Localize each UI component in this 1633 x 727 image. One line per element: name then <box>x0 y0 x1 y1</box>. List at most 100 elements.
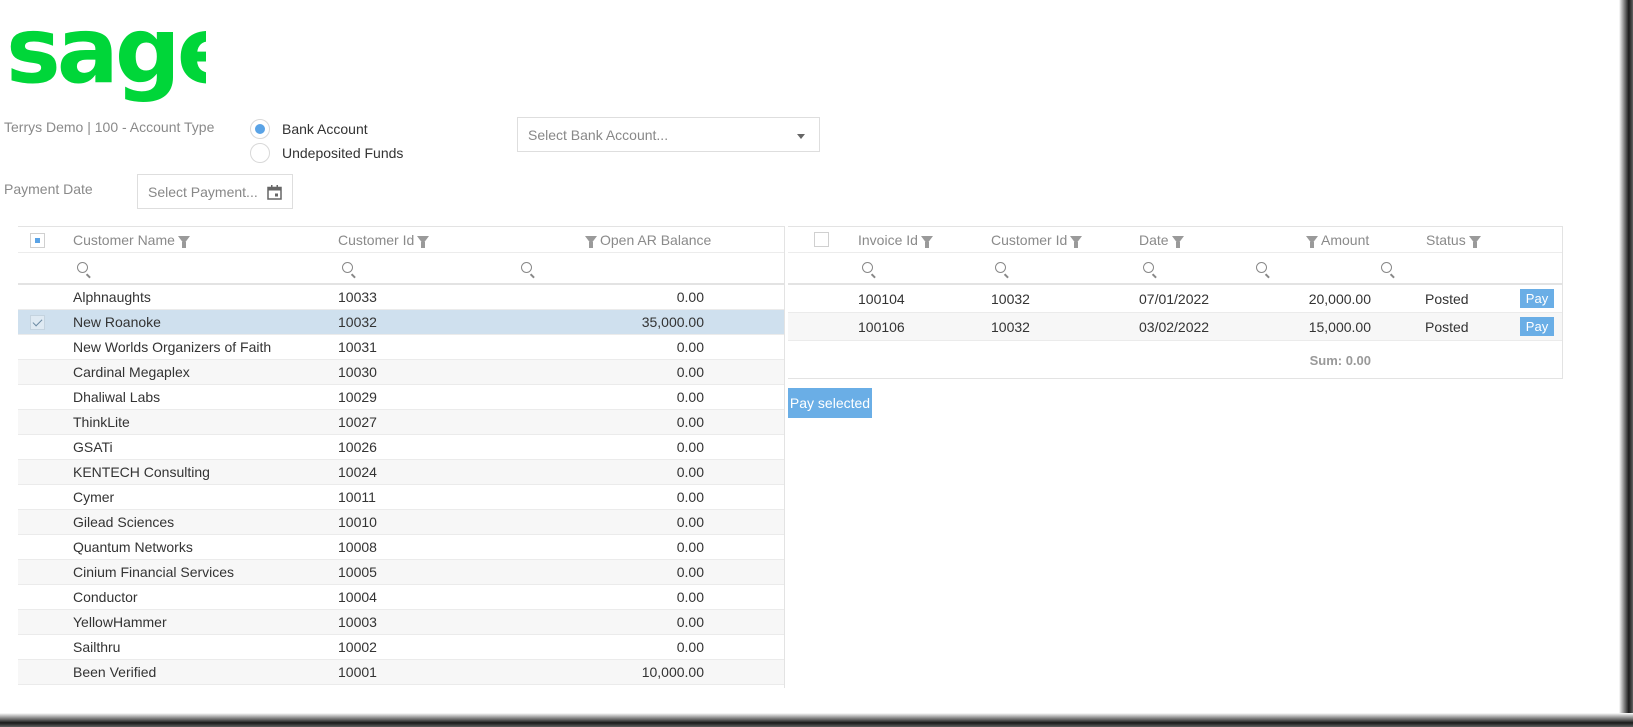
payment-date-placeholder: Select Payment... <box>148 183 258 200</box>
chevron-down-icon[interactable] <box>797 134 805 139</box>
payment-date-picker[interactable]: Select Payment... <box>137 174 293 209</box>
date-cell: 07/01/2022 <box>1139 291 1210 307</box>
column-customer-id[interactable]: Customer Id <box>338 232 430 248</box>
calendar-icon[interactable] <box>267 185 282 200</box>
customer-id-cell: 10010 <box>338 514 377 530</box>
date-cell: 03/02/2022 <box>1139 319 1210 335</box>
table-row[interactable]: New Roanoke 10032 35,000.00 <box>18 310 784 335</box>
table-row[interactable]: Been Verified 10001 10,000.00 <box>18 660 784 685</box>
filter-icon[interactable] <box>1306 236 1318 248</box>
table-row[interactable]: Cardinal Megaplex 10030 0.00 <box>18 360 784 385</box>
balance-cell: 10,000.00 <box>641 664 704 680</box>
filter-icon[interactable] <box>417 236 430 248</box>
column-status[interactable]: Status <box>1426 232 1481 248</box>
table-row[interactable]: New Worlds Organizers of Faith 10031 0.00 <box>18 335 784 360</box>
column-date[interactable]: Date <box>1139 232 1184 248</box>
account-type-label: Terrys Demo | 100 - Account Type <box>4 119 215 135</box>
balance-cell: 0.00 <box>676 564 704 580</box>
search-icon[interactable] <box>342 262 353 273</box>
balance-cell: 0.00 <box>676 514 704 530</box>
search-icon[interactable] <box>862 262 873 273</box>
frame-shadow-bottom <box>0 713 1633 727</box>
bank-account-select[interactable]: Select Bank Account... <box>517 117 820 152</box>
filter-icon[interactable] <box>177 236 190 248</box>
radio-button[interactable] <box>250 119 270 139</box>
radio-button[interactable] <box>250 143 270 163</box>
search-icon[interactable] <box>1381 262 1392 273</box>
column-customer-name[interactable]: Customer Name <box>73 232 190 248</box>
balance-cell: 35,000.00 <box>641 314 704 330</box>
customer-name-cell: Sailthru <box>73 639 121 655</box>
table-row[interactable]: Gilead Sciences 10010 0.00 <box>18 510 784 535</box>
customer-id-cell: 10032 <box>991 319 1030 335</box>
radio-label: Bank Account <box>282 121 368 137</box>
column-invoice-id[interactable]: Invoice Id <box>858 232 933 248</box>
amount-cell: 20,000.00 <box>1308 291 1371 307</box>
pay-selected-button[interactable]: Pay selected <box>788 388 872 418</box>
table-row[interactable]: Conductor 10004 0.00 <box>18 585 784 610</box>
customer-name-cell: ThinkLite <box>73 414 130 430</box>
amount-cell: 15,000.00 <box>1308 319 1371 335</box>
table-row[interactable]: Cinium Financial Services 10005 0.00 <box>18 560 784 585</box>
radio-undeposited-funds[interactable]: Undeposited Funds <box>250 143 403 163</box>
customer-name-cell: KENTECH Consulting <box>73 464 210 480</box>
balance-cell: 0.00 <box>676 489 704 505</box>
table-row[interactable]: KENTECH Consulting 10024 0.00 <box>18 460 784 485</box>
customer-id-cell: 10004 <box>338 589 377 605</box>
search-icon[interactable] <box>521 262 532 273</box>
table-row[interactable]: Cymer 10011 0.00 <box>18 485 784 510</box>
customer-id-cell: 10024 <box>338 464 377 480</box>
search-icon[interactable] <box>1256 262 1267 273</box>
table-row[interactable]: YellowHammer 10003 0.00 <box>18 610 784 635</box>
balance-cell: 0.00 <box>676 464 704 480</box>
filter-icon[interactable] <box>1171 236 1184 248</box>
table-row[interactable]: 100104 10032 07/01/2022 20,000.00 Posted Pay <box>788 285 1562 313</box>
search-icon[interactable] <box>995 262 1006 273</box>
pay-button[interactable]: Pay <box>1520 317 1554 336</box>
customer-name-cell: Cymer <box>73 489 115 505</box>
invoices-grid: Invoice Id Customer Id Date Amount Statu… <box>788 226 1563 379</box>
table-row[interactable]: 100106 10032 03/02/2022 15,000.00 Posted Pay <box>788 313 1562 341</box>
pay-button[interactable]: Pay <box>1520 289 1554 308</box>
column-amount[interactable]: Amount <box>1306 232 1369 248</box>
table-row[interactable]: Dhaliwal Labs 10029 0.00 <box>18 385 784 410</box>
table-row[interactable]: Alphnaughts 10033 0.00 <box>18 285 784 310</box>
app-window: sage Terrys Demo | 100 - Account Type Ba… <box>0 0 1633 727</box>
row-checkbox[interactable] <box>30 315 45 330</box>
balance-cell: 0.00 <box>676 364 704 380</box>
customer-name-cell: Quantum Networks <box>73 539 193 555</box>
column-open-ar-balance[interactable]: Open AR Balance <box>585 232 711 248</box>
column-customer-id[interactable]: Customer Id <box>991 232 1083 248</box>
customer-name-cell: Cinium Financial Services <box>73 564 235 580</box>
frame-shadow-right <box>1619 0 1633 727</box>
table-row[interactable]: ThinkLite 10027 0.00 <box>18 410 784 435</box>
svg-text:sage: sage <box>6 2 206 104</box>
select-all-invoices-checkbox[interactable] <box>814 232 829 247</box>
balance-cell: 0.00 <box>676 614 704 630</box>
radio-bank-account[interactable]: Bank Account <box>250 119 368 139</box>
table-row[interactable]: Quantum Networks 10008 0.00 <box>18 535 784 560</box>
column-label: Status <box>1426 232 1466 248</box>
table-row[interactable]: Sailthru 10002 0.00 <box>18 635 784 660</box>
grid-divider <box>784 226 785 688</box>
column-label: Customer Id <box>991 232 1068 248</box>
customer-id-cell: 10032 <box>338 314 377 330</box>
customer-name-cell: YellowHammer <box>73 614 167 630</box>
filter-icon[interactable] <box>1468 236 1481 248</box>
filter-icon[interactable] <box>1070 236 1083 248</box>
column-label: Customer Name <box>73 232 175 248</box>
customer-id-cell: 10030 <box>338 364 377 380</box>
customer-name-cell: Dhaliwal Labs <box>73 389 161 405</box>
customer-name-cell: Alphnaughts <box>73 289 151 305</box>
filter-icon[interactable] <box>585 236 597 248</box>
customer-id-cell: 10005 <box>338 564 377 580</box>
payment-date-label: Payment Date <box>4 181 93 197</box>
filter-icon[interactable] <box>920 236 933 248</box>
customer-id-cell: 10011 <box>338 489 376 505</box>
customer-name-cell: Been Verified <box>73 664 157 680</box>
search-icon[interactable] <box>1143 262 1154 273</box>
search-icon[interactable] <box>77 262 88 273</box>
customer-id-cell: 10026 <box>338 439 377 455</box>
select-all-checkbox[interactable] <box>30 233 45 248</box>
table-row[interactable]: GSATi 10026 0.00 <box>18 435 784 460</box>
